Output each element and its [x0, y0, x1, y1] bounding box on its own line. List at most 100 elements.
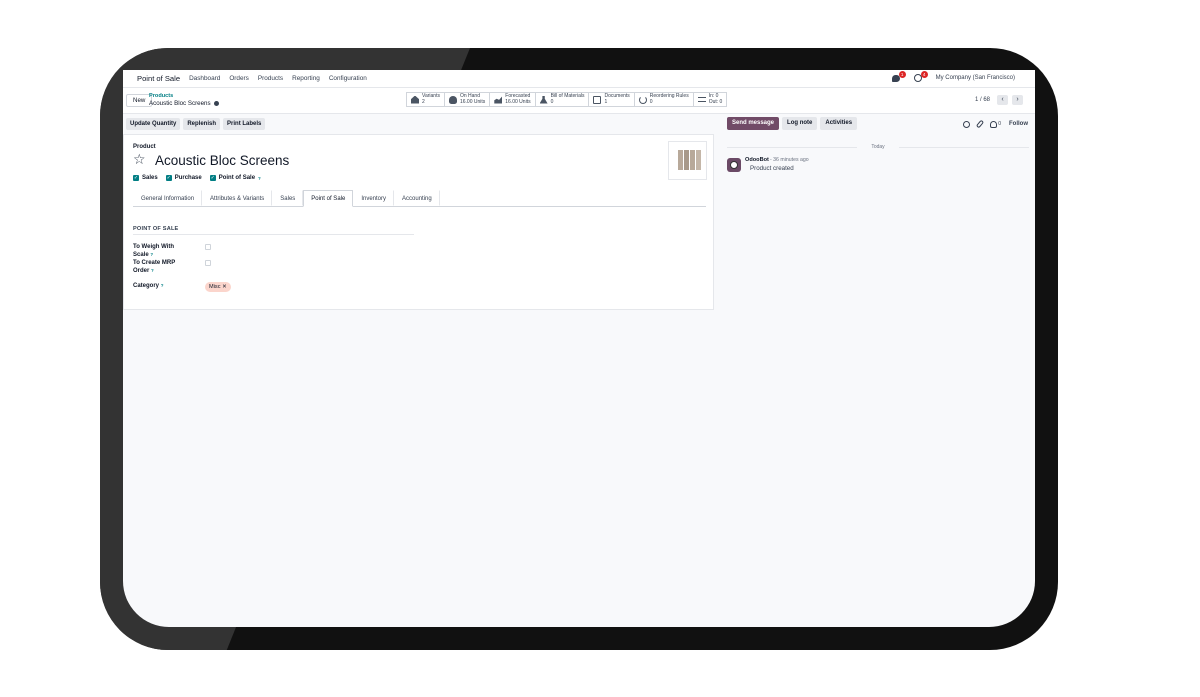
activities-badge: 4 [920, 71, 928, 78]
form-tabs: General Information Attributes & Variant… [133, 190, 706, 207]
navbar-systray: 1 4 My Company (San Francisco) [891, 71, 1015, 82]
company-switcher[interactable]: My Company (San Francisco) [936, 75, 1015, 81]
smart-button-documents[interactable]: Documents 1 [589, 93, 635, 106]
smart-button-on-hand[interactable]: On Hand 16.00 Units [445, 93, 491, 106]
category-tag[interactable]: Misc ✕ [205, 282, 231, 292]
point-of-sale-checkbox[interactable]: ✓ Point of Sale ? [209, 175, 261, 181]
help-icon[interactable]: ? [150, 252, 153, 257]
check-icon: ✓ [209, 175, 216, 181]
top-navbar: Point of Sale Dashboard Orders Products … [123, 70, 1035, 88]
followers-button[interactable]: 0 [990, 120, 1001, 128]
product-image[interactable] [668, 141, 707, 180]
form-action-buttons: Update Quantity Replenish Print Labels [126, 118, 266, 130]
chatter-tools: 0 Follow [963, 119, 1028, 129]
smart-value: 1 [604, 98, 608, 105]
flask-icon [539, 95, 548, 104]
weigh-with-scale-checkbox[interactable] [205, 244, 211, 250]
send-message-button[interactable]: Send message [727, 117, 780, 130]
cubes-icon [411, 95, 419, 104]
log-note-button[interactable]: Log note [782, 117, 818, 130]
check-icon: ✓ [165, 175, 172, 181]
weigh-with-scale-label: To Weigh With Scale ? [133, 243, 191, 259]
check-icon: ✓ [133, 175, 139, 181]
help-icon[interactable]: ? [151, 268, 154, 273]
weigh-with-scale-label-text: To Weigh With Scale [133, 244, 175, 258]
hand-icon [448, 95, 457, 104]
smart-value: 2 [422, 98, 425, 105]
smart-value: 0 [649, 98, 653, 105]
purchase-checkbox[interactable]: ✓ Purchase [165, 175, 202, 181]
smart-button-bom[interactable]: Bill of Materials 0 [536, 93, 590, 106]
nav-configuration[interactable]: Configuration [329, 75, 367, 82]
breadcrumb-current-label: Acoustic Bloc Screens [149, 100, 211, 107]
category-label: Category ? [133, 282, 191, 290]
gear-icon[interactable] [213, 101, 219, 106]
pager-next-button[interactable]: › [1012, 95, 1023, 105]
smart-value: 0 [550, 98, 554, 105]
breadcrumb-current: Acoustic Bloc Screens [149, 100, 219, 107]
tab-sales[interactable]: Sales [272, 190, 304, 206]
tab-point-of-sale[interactable]: Point of Sale [303, 190, 354, 207]
smart-button-reordering[interactable]: Reordering Rules 0 [635, 93, 694, 106]
smart-button-forecasted[interactable]: Forecasted 16.00 Units [490, 93, 536, 106]
help-icon[interactable]: ? [258, 176, 261, 181]
odoobot-avatar[interactable] [727, 158, 741, 172]
app-screen: Point of Sale Dashboard Orders Products … [123, 70, 1035, 627]
create-mrp-order-checkbox[interactable] [205, 260, 211, 266]
smart-value: 16.00 Units [459, 98, 486, 105]
replenish-button[interactable]: Replenish [183, 118, 221, 130]
create-mrp-order-label: To Create MRP Order ? [133, 259, 191, 275]
pager-previous-button[interactable]: ‹ [997, 95, 1008, 105]
tab-general-information[interactable]: General Information [133, 190, 203, 206]
screen-panel-image [684, 150, 689, 170]
tab-inventory[interactable]: Inventory [353, 190, 395, 206]
control-panel: New Products Acoustic Bloc Screens Varia… [123, 88, 1035, 114]
chart-icon [494, 96, 503, 104]
follower-count: 0 [998, 121, 1001, 127]
product-name-field[interactable]: Acoustic Bloc Screens [155, 153, 289, 168]
screen-panel-image [696, 150, 701, 170]
product-flags: ✓ Sales ✓ Purchase ✓ Point of Sale ? [133, 175, 261, 181]
category-tag-label: Misc [209, 284, 221, 290]
purchase-checkbox-label: Purchase [174, 175, 202, 181]
message-time: - 36 minutes ago [770, 157, 809, 163]
close-icon[interactable]: ✕ [222, 284, 227, 290]
tab-attributes-variants[interactable]: Attributes & Variants [202, 190, 273, 206]
search-icon[interactable] [963, 120, 971, 128]
exchange-icon [697, 97, 706, 102]
sales-checkbox[interactable]: ✓ Sales [133, 175, 158, 181]
smart-button-in-out[interactable]: In: 0 Out: 0 [694, 93, 727, 106]
messages-badge: 1 [898, 71, 906, 78]
activities-button[interactable]: Activities [820, 117, 858, 130]
paperclip-icon[interactable] [976, 119, 985, 129]
messages-button[interactable]: 1 [891, 71, 906, 82]
product-label: Product [133, 144, 156, 150]
smart-value: Out: 0 [708, 98, 723, 105]
point-of-sale-checkbox-label: Point of Sale [218, 175, 256, 181]
chatter-buttons: Send message Log note Activities [727, 117, 858, 130]
print-labels-button[interactable]: Print Labels [223, 118, 266, 130]
smart-value: 16.00 Units [505, 98, 531, 105]
message-author[interactable]: OdooBot [745, 157, 769, 163]
activities-button[interactable]: 4 [913, 71, 928, 82]
follow-button[interactable]: Follow [1009, 121, 1028, 127]
star-icon[interactable]: ☆ [133, 152, 146, 166]
tab-accounting[interactable]: Accounting [394, 190, 440, 206]
nav-orders[interactable]: Orders [229, 75, 249, 82]
form-sheet: Product ☆ Acoustic Bloc Screens ✓ Sales … [123, 134, 714, 310]
app-name[interactable]: Point of Sale [137, 74, 180, 83]
screen-panel-image [678, 150, 683, 170]
nav-dashboard[interactable]: Dashboard [189, 75, 220, 82]
nav-products[interactable]: Products [258, 75, 283, 82]
document-icon [593, 95, 602, 104]
message-body: Product created [750, 165, 794, 172]
update-quantity-button[interactable]: Update Quantity [126, 118, 181, 130]
nav-reporting[interactable]: Reporting [292, 75, 320, 82]
category-label-text: Category [133, 283, 160, 289]
help-icon[interactable]: ? [161, 283, 164, 288]
screen-panel-image [690, 150, 695, 170]
breadcrumb-products[interactable]: Products [149, 93, 173, 99]
smart-button-variants[interactable]: Variants 2 [407, 93, 445, 106]
pager-value[interactable]: 1 / 68 [975, 97, 990, 103]
date-separator: Today [727, 144, 1029, 150]
